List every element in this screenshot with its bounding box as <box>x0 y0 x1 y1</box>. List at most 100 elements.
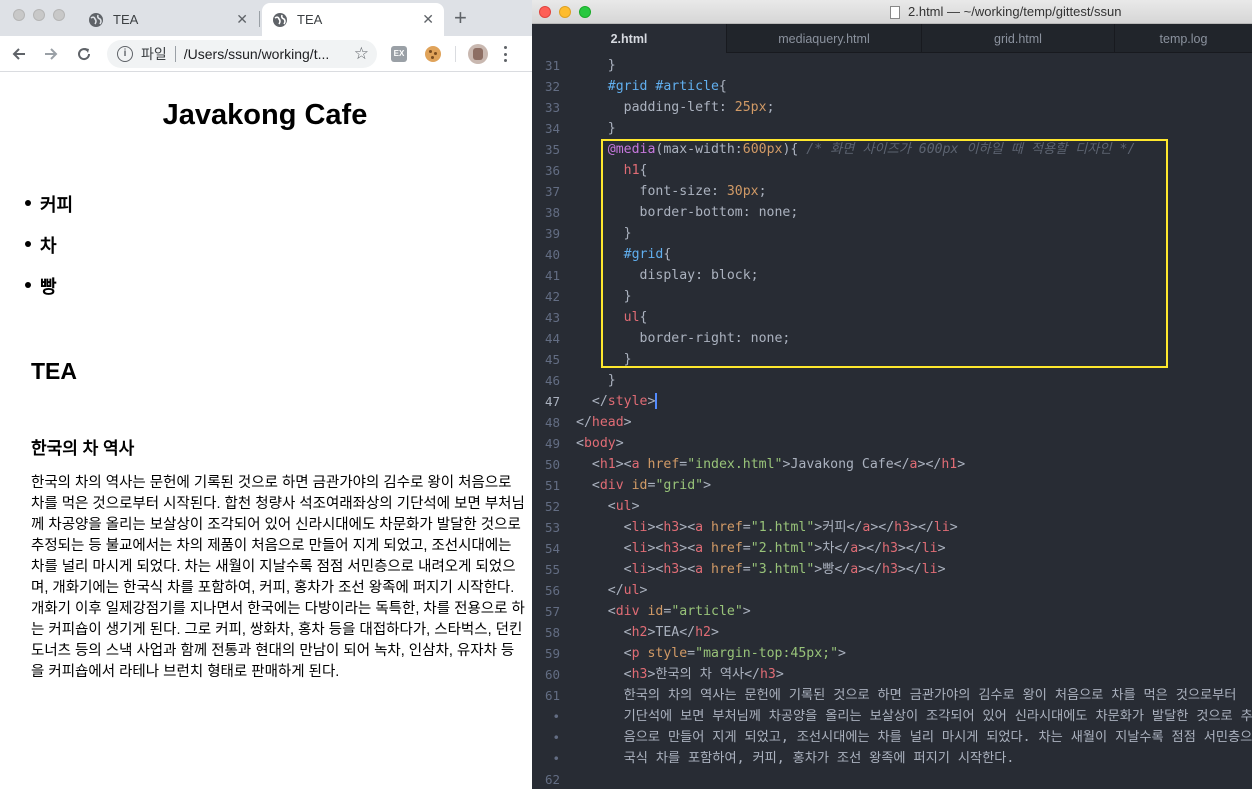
code-token: > <box>838 646 846 661</box>
line-number: 58 <box>544 625 560 640</box>
line-number: 62 <box>544 772 560 787</box>
reload-icon[interactable] <box>74 44 94 64</box>
code-line[interactable]: <li><h3><a href="1.html">커피</a></h3></li… <box>576 517 958 538</box>
code-token: padding-left: <box>576 100 735 115</box>
code-line[interactable]: } <box>576 118 616 139</box>
code-line[interactable]: <li><h3><a href="3.html">빵</a></h3></li> <box>576 559 946 580</box>
zoom-window-button[interactable] <box>53 9 65 21</box>
code-line[interactable]: #grid #article{ <box>576 76 727 97</box>
line-number: 43 <box>544 310 560 325</box>
code-line[interactable]: padding-left: 25px; <box>576 97 775 118</box>
url-text[interactable]: /Users/ssun/working/t... <box>184 46 348 62</box>
editor-tab-2-html[interactable]: 2.html <box>532 24 727 53</box>
code-token: >< <box>647 541 664 556</box>
code-token: = <box>742 562 751 577</box>
code-token: h3 <box>631 667 648 682</box>
code-line[interactable]: </head> <box>576 412 632 433</box>
code-line[interactable]: <h3>한국의 차 역사</h3> <box>576 664 784 685</box>
code-line[interactable]: <div id="grid"> <box>576 475 711 496</box>
code-token: ></ <box>858 541 883 556</box>
code-token: li <box>933 520 950 535</box>
code-token: h3 <box>882 541 898 556</box>
code-token: } <box>576 121 616 136</box>
code-token: >차</ <box>814 541 851 556</box>
code-line[interactable]: <body> <box>576 433 624 454</box>
code-token: >< <box>647 562 664 577</box>
line-number: 53 <box>544 520 560 535</box>
close-window-button[interactable] <box>539 6 551 18</box>
code-token: id <box>639 604 664 619</box>
close-window-button[interactable] <box>13 9 25 21</box>
line-number: 52 <box>544 499 560 514</box>
editor-tab-temp-log[interactable]: temp.log <box>1115 24 1252 53</box>
close-tab-icon[interactable]: ✕ <box>236 11 248 28</box>
code-line[interactable]: <p style="margin-top:45px;"> <box>576 643 846 664</box>
menu-item-bread[interactable]: 빵 <box>22 273 73 314</box>
editor-tab-mediaquery-html[interactable]: mediaquery.html <box>727 24 922 53</box>
browser-tab-1[interactable]: TEA ✕ <box>78 3 258 36</box>
new-tab-button[interactable]: + <box>454 6 467 30</box>
code-token: </ <box>576 394 608 409</box>
code-token: head <box>591 415 624 430</box>
browser-toolbar: i 파일 /Users/ssun/working/t... ☆ EX <box>0 36 532 72</box>
code-token: >빵</ <box>814 562 851 577</box>
minimize-window-button[interactable] <box>33 9 45 21</box>
menu-item-coffee[interactable]: 커피 <box>22 191 73 232</box>
profile-avatar[interactable] <box>468 44 488 64</box>
code-token: { <box>718 79 727 94</box>
code-token: p <box>631 646 640 661</box>
close-tab-icon[interactable]: ✕ <box>422 11 434 28</box>
code-line[interactable]: <li><h3><a href="2.html">차</a></h3></li> <box>576 538 946 559</box>
code-token: h3 <box>663 562 680 577</box>
bookmark-star-icon[interactable]: ☆ <box>354 44 369 64</box>
code-line[interactable]: } <box>576 55 616 76</box>
line-number: 41 <box>544 268 560 283</box>
code-line[interactable]: <h1><a href="index.html">Javakong Cafe</… <box>576 454 965 475</box>
code-token: a <box>909 457 918 472</box>
code-line[interactable]: } <box>576 370 616 391</box>
nav-menu: 커피 차 빵 <box>22 191 73 314</box>
code-token: > <box>775 667 784 682</box>
code-token: a <box>631 457 640 472</box>
line-number: 49 <box>544 436 560 451</box>
code-line[interactable]: 국식 차를 포함하여, 커피, 홍차가 조선 왕족에 퍼지기 시작한다. <box>576 748 1015 769</box>
code-token: >< <box>679 520 696 535</box>
code-token: id <box>623 478 648 493</box>
code-line[interactable]: </ul> <box>576 580 648 601</box>
editor-titlebar: 2.html — ~/working/temp/gittest/ssun <box>532 0 1252 24</box>
line-number: • <box>552 709 560 724</box>
info-icon[interactable]: i <box>117 46 133 62</box>
line-number: 44 <box>544 331 560 346</box>
code-token: >Javakong Cafe</ <box>782 457 910 472</box>
code-line[interactable]: <h2>TEA</h2> <box>576 622 719 643</box>
minimize-window-button[interactable] <box>559 6 571 18</box>
site-title-link[interactable]: Javakong Cafe <box>0 99 530 132</box>
editor-tab-bar: 2.html mediaquery.html grid.html temp.lo… <box>532 24 1252 53</box>
code-token: body <box>583 436 616 451</box>
code-line[interactable]: </style> <box>576 391 658 412</box>
code-token: } <box>576 58 616 73</box>
code-line[interactable]: <div id="article"> <box>576 601 751 622</box>
cookie-extension-icon[interactable] <box>425 46 441 62</box>
editor-tab-grid-html[interactable]: grid.html <box>922 24 1115 53</box>
line-number: 54 <box>544 541 560 556</box>
back-arrow-icon[interactable] <box>9 44 29 64</box>
menu-kebab-icon[interactable] <box>504 46 508 62</box>
menu-item-tea[interactable]: 차 <box>22 232 73 273</box>
ex-extension-icon[interactable]: EX <box>391 46 407 62</box>
code-token: ></ <box>910 520 934 535</box>
code-token: "3.html" <box>750 562 815 577</box>
code-line[interactable]: 음으로 만들어 지게 되었고, 조선시대에는 차를 널리 마시게 되었다. 차는… <box>576 727 1252 748</box>
code-token: div <box>615 604 640 619</box>
code-token: = <box>742 520 751 535</box>
address-bar[interactable]: i 파일 /Users/ssun/working/t... ☆ <box>107 40 377 68</box>
forward-arrow-icon[interactable] <box>41 44 61 64</box>
article-paragraph: 한국의 차의 역사는 문헌에 기록된 것으로 하면 금관가야의 김수로 왕이 처… <box>31 475 525 680</box>
code-token: 기단석에 보면 부처님께 차공양을 올리는 보살상이 조각되어 있어 신라시대에… <box>576 709 1252 724</box>
browser-tab-2[interactable]: TEA ✕ <box>262 3 444 36</box>
zoom-window-button[interactable] <box>579 6 591 18</box>
code-line[interactable]: 한국의 차의 역사는 문헌에 기록된 것으로 하면 금관가야의 김수로 왕이 처… <box>576 685 1237 706</box>
code-line[interactable]: <ul> <box>576 496 640 517</box>
code-line[interactable]: 기단석에 보면 부처님께 차공양을 올리는 보살상이 조각되어 있어 신라시대에… <box>576 706 1252 727</box>
line-number: 45 <box>544 352 560 367</box>
